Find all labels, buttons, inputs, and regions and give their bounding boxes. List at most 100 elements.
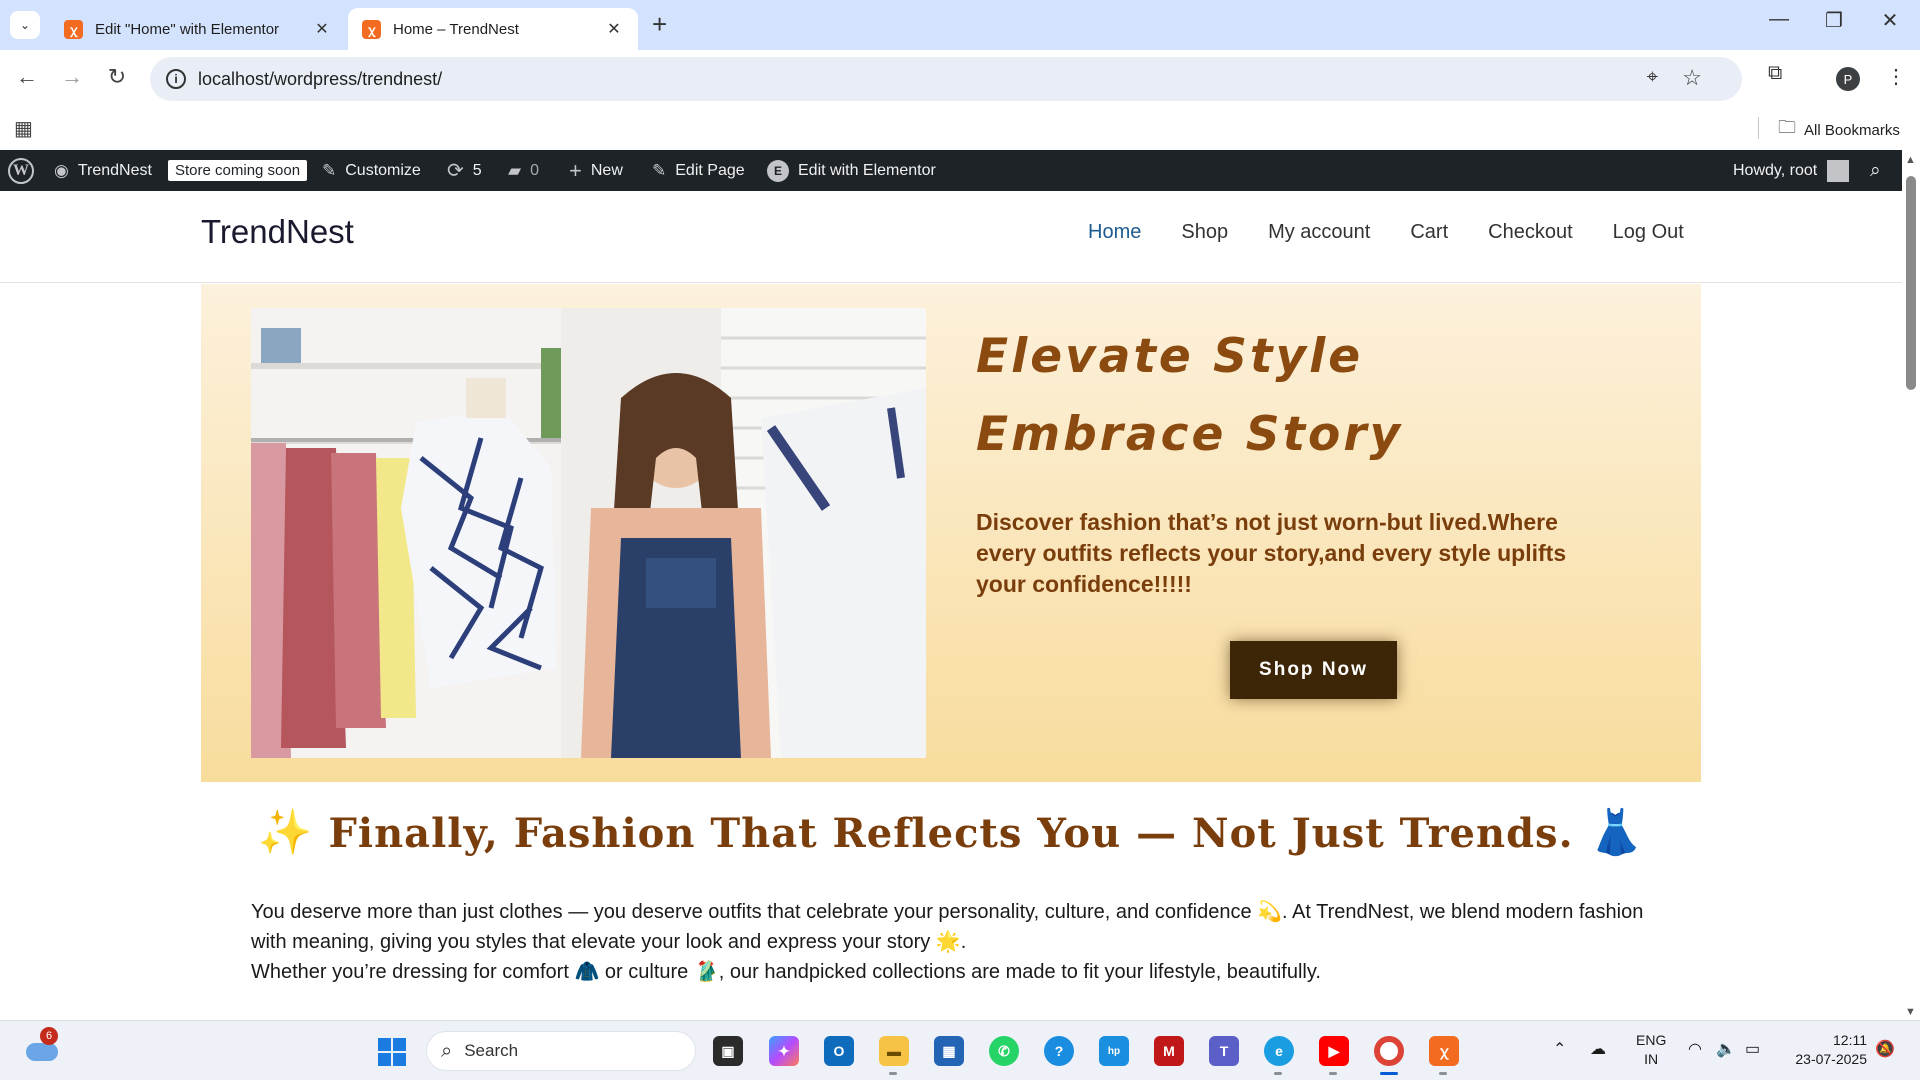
whatsapp-icon[interactable]: ✆ — [989, 1036, 1019, 1066]
teams-icon[interactable]: T — [1209, 1036, 1239, 1066]
clock-date: 23-07-2025 — [1795, 1051, 1867, 1067]
address-bar[interactable]: i localhost/wordpress/trendnest/ ⌖ ☆ — [150, 57, 1742, 101]
youtube-icon[interactable]: ▶ — [1319, 1036, 1349, 1066]
mcafee-icon[interactable]: M — [1154, 1036, 1184, 1066]
restore-icon[interactable]: ❐ — [1822, 8, 1846, 33]
tab-edit-home-elementor[interactable]: ꭓ Edit "Home" with Elementor ✕ — [50, 8, 346, 50]
file-explorer-icon[interactable]: ▬ — [879, 1036, 909, 1066]
dizzy-star-icon: 💫 — [1257, 899, 1283, 923]
edit-page-label: Edit Page — [675, 161, 745, 179]
weather-cloud-icon — [26, 1043, 58, 1061]
taskbar-search[interactable]: ⌕ Search — [426, 1031, 696, 1071]
store-coming-soon-badge[interactable]: Store coming soon — [168, 150, 308, 191]
section-heading-text: Finally, Fashion That Reflects You — Not… — [328, 810, 1574, 857]
para2-text-a: Whether you’re dressing for comfort — [251, 961, 575, 983]
myhp-icon[interactable]: hp — [1099, 1036, 1129, 1066]
minimize-icon[interactable]: — — [1767, 8, 1791, 31]
admin-edit-page[interactable]: ✎ Edit Page — [652, 150, 745, 191]
admin-site-name[interactable]: ◉ TrendNest — [54, 150, 152, 191]
onedrive-icon[interactable]: ☁ — [1590, 1039, 1606, 1059]
running-indicator — [1439, 1072, 1447, 1075]
clock-time: 12:11 — [1833, 1032, 1867, 1048]
wordpress-logo-icon[interactable]: W — [8, 150, 34, 191]
wifi-icon[interactable]: ◠ — [1688, 1039, 1702, 1059]
shop-now-button[interactable]: Shop Now — [1230, 641, 1397, 699]
section-paragraph-1: You deserve more than just clothes — you… — [251, 897, 1671, 957]
url-text: localhost/wordpress/trendnest/ — [198, 68, 443, 89]
page-scrollbar[interactable]: ▲ ▼ — [1902, 150, 1920, 1020]
extensions-puzzle-icon[interactable]: ⧉ — [1768, 62, 1782, 85]
browser-toolbar: ← → ↻ i localhost/wordpress/trendnest/ ⌖… — [0, 50, 1920, 108]
menu-item-my-account[interactable]: My account — [1268, 221, 1370, 244]
admin-edit-with-elementor[interactable]: E Edit with Elementor — [767, 150, 936, 191]
active-indicator — [1380, 1072, 1398, 1075]
folder-icon: 🗀 — [1778, 117, 1796, 137]
admin-search-icon[interactable]: ⌕ — [1870, 150, 1881, 191]
browser-tab-strip: ⌄ ꭓ Edit "Home" with Elementor ✕ ꭓ Home … — [0, 0, 1920, 50]
menu-item-cart[interactable]: Cart — [1410, 221, 1448, 244]
scroll-up-arrow-icon[interactable]: ▲ — [1905, 154, 1916, 166]
new-tab-plus-icon[interactable]: + — [652, 9, 667, 40]
windows-taskbar: 6 ⌕ Search ▣ ✦ O ▬ ▦ ✆ ? hp M T e ▶ ꭓ ⌃ … — [0, 1020, 1920, 1080]
menu-item-checkout[interactable]: Checkout — [1488, 221, 1573, 244]
sari-icon: 🥻 — [693, 959, 719, 983]
battery-icon[interactable]: ▭ — [1745, 1039, 1760, 1059]
windows-start-icon[interactable] — [378, 1038, 406, 1066]
coat-icon: 🧥 — [574, 959, 600, 983]
tab-close-icon[interactable]: ✕ — [312, 19, 332, 39]
edge-icon[interactable]: e — [1264, 1036, 1294, 1066]
microsoft-store-icon[interactable]: ▦ — [934, 1036, 964, 1066]
para1-text-a: You deserve more than just clothes — you… — [251, 901, 1258, 923]
admin-comments[interactable]: ▰ 0 — [508, 150, 539, 191]
menu-item-shop[interactable]: Shop — [1181, 221, 1228, 244]
xampp-favicon-icon: ꭓ — [362, 19, 381, 39]
running-indicator — [1329, 1072, 1337, 1075]
search-icon: ⌕ — [441, 1039, 453, 1062]
scroll-down-arrow-icon[interactable]: ▼ — [1905, 1006, 1916, 1018]
tab-close-icon[interactable]: ✕ — [604, 19, 624, 39]
outlook-icon[interactable]: O — [824, 1036, 854, 1066]
weather-widget[interactable]: 6 — [26, 1027, 58, 1063]
forward-arrow-icon[interactable]: → — [57, 64, 87, 90]
tab-home-trendnest[interactable]: ꭓ Home – TrendNest ✕ — [348, 8, 638, 50]
chrome-menu-icon[interactable]: ⋮ — [1886, 64, 1906, 89]
system-clock[interactable]: 12:11 23-07-2025 — [1787, 1031, 1867, 1069]
volume-icon[interactable]: 🔈 — [1716, 1039, 1736, 1059]
copilot-icon[interactable]: ✦ — [769, 1036, 799, 1066]
show-hidden-icons-chevron-icon[interactable]: ⌃ — [1553, 1039, 1566, 1059]
bookmark-star-icon[interactable]: ☆ — [1682, 65, 1702, 91]
reload-icon[interactable]: ↻ — [102, 64, 132, 90]
all-bookmarks-button[interactable]: 🗀 All Bookmarks — [1778, 115, 1900, 145]
hero-boutique-photo — [251, 308, 926, 758]
scrollbar-thumb[interactable] — [1906, 176, 1916, 390]
back-arrow-icon[interactable]: ← — [12, 64, 42, 90]
profile-avatar[interactable]: P — [1836, 67, 1860, 91]
bookmarks-bar: ▦ 🗀 All Bookmarks — [0, 108, 1920, 150]
tab-search-dropdown-icon[interactable]: ⌄ — [10, 11, 40, 39]
user-avatar — [1827, 159, 1850, 182]
location-pin-icon[interactable]: ⌖ — [1647, 66, 1658, 89]
help-icon[interactable]: ? — [1044, 1036, 1074, 1066]
new-label: New — [590, 161, 623, 179]
chrome-icon[interactable] — [1374, 1036, 1404, 1066]
admin-updates[interactable]: ⟳ 5 — [447, 150, 482, 191]
notifications-bell-icon[interactable]: 🔕 — [1875, 1039, 1895, 1059]
admin-customize[interactable]: ✎ Customize — [322, 150, 421, 191]
updates-icon: ⟳ — [447, 160, 464, 182]
site-info-icon[interactable]: i — [166, 69, 186, 89]
hero-title-line-2: Embrace Story — [976, 407, 1404, 462]
apps-grid-icon[interactable]: ▦ — [14, 116, 33, 141]
menu-item-log-out[interactable]: Log Out — [1613, 221, 1684, 244]
running-indicator — [889, 1072, 897, 1075]
task-view-icon[interactable]: ▣ — [713, 1036, 743, 1066]
site-title[interactable]: TrendNest — [201, 213, 354, 251]
window-close-icon[interactable]: ✕ — [1878, 8, 1902, 33]
language-indicator[interactable]: ENG IN — [1636, 1031, 1666, 1069]
admin-new[interactable]: + New — [569, 150, 623, 191]
xampp-icon[interactable]: ꭓ — [1429, 1036, 1459, 1066]
brush-icon: ✎ — [322, 160, 337, 180]
all-bookmarks-label: All Bookmarks — [1804, 121, 1900, 139]
menu-item-home[interactable]: Home — [1088, 221, 1141, 244]
admin-howdy-account[interactable]: Howdy, root — [1733, 150, 1850, 191]
plus-icon: + — [569, 157, 582, 183]
